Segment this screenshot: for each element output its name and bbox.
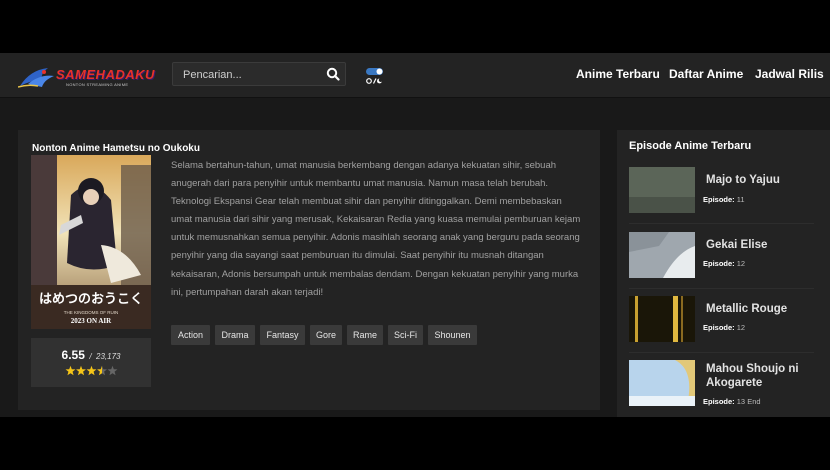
- rating-separator: /: [89, 352, 92, 361]
- logo-text: SAMEHADAKU: [56, 67, 155, 82]
- star-icon: [65, 365, 76, 376]
- latest-episodes-sidebar: Episode Anime Terbaru Majo to Yajuu Epis…: [617, 130, 830, 417]
- rating-value: 6.55: [61, 348, 85, 362]
- search-input[interactable]: [181, 66, 325, 84]
- nav-daftar-anime[interactable]: Daftar Anime: [669, 67, 743, 81]
- episode-item[interactable]: Majo to Yajuu Episode: 11: [629, 167, 814, 224]
- genre-tag-rame[interactable]: Rame: [347, 325, 383, 345]
- anime-poster[interactable]: はめつのおうこく THE KINGDOMS OF RUIN 2023 ON AI…: [31, 155, 151, 329]
- episode-title: Gekai Elise: [706, 239, 768, 251]
- star-rating-icon: [65, 365, 118, 376]
- rating-count: 23,173: [96, 352, 121, 361]
- genre-tag-gore[interactable]: Gore: [310, 325, 342, 345]
- search-icon[interactable]: [326, 67, 340, 81]
- episode-title: Majo to Yajuu: [706, 174, 780, 186]
- search-box: [172, 62, 346, 86]
- star-icon: [97, 365, 107, 376]
- rating-score: 6.55 / 23,173: [31, 346, 151, 364]
- episode-meta: Episode: 12: [703, 259, 746, 268]
- top-header: SAMEHADAKU NONTON STREAMING ANIME Anime …: [0, 53, 830, 98]
- rating-box: 6.55 / 23,173: [31, 338, 151, 387]
- episode-title: Metallic Rouge: [706, 303, 788, 315]
- anime-detail-panel: Nonton Anime Hametsu no Oukoku はめつのおうこく …: [18, 130, 600, 410]
- poster-artwork: はめつのおうこく THE KINGDOMS OF RUIN 2023 ON AI…: [31, 155, 151, 329]
- episode-thumbnail: [629, 296, 695, 342]
- nav-jadwal-rilis[interactable]: Jadwal Rilis: [755, 67, 824, 81]
- poster-title-text: はめつのおうこく: [39, 292, 143, 307]
- episode-thumbnail: [629, 360, 695, 406]
- episode-meta: Episode: 12: [703, 323, 746, 332]
- genre-tag-action[interactable]: Action: [171, 325, 210, 345]
- sidebar-title: Episode Anime Terbaru: [629, 140, 752, 152]
- star-icon: [76, 365, 86, 376]
- episode-thumbnail: [629, 232, 695, 278]
- episode-item[interactable]: Gekai Elise Episode: 12: [629, 232, 814, 289]
- episode-meta: Episode: 13 End: [703, 397, 761, 406]
- poster-air-text: 2023 ON AIR: [71, 317, 112, 325]
- anime-synopsis: Selama bertahun-tahun, umat manusia berk…: [171, 160, 581, 298]
- page: SAMEHADAKU NONTON STREAMING ANIME Anime …: [0, 53, 830, 417]
- star-icon: [107, 365, 118, 376]
- episode-thumbnail: [629, 167, 695, 213]
- theme-toggle-icon[interactable]: [365, 66, 385, 86]
- genre-tag-sci-fi[interactable]: Sci-Fi: [388, 325, 423, 345]
- nav-anime-terbaru[interactable]: Anime Terbaru: [576, 67, 660, 81]
- episode-meta: Episode: 11: [703, 195, 745, 204]
- genre-tag-shounen[interactable]: Shounen: [428, 325, 477, 345]
- genre-tag-fantasy[interactable]: Fantasy: [260, 325, 305, 345]
- episode-item[interactable]: Mahou Shoujo ni Akogarete Episode: 13 En…: [629, 360, 814, 417]
- page-title: Nonton Anime Hametsu no Oukoku: [32, 143, 200, 154]
- episode-item[interactable]: Metallic Rouge Episode: 12: [629, 296, 814, 353]
- site-logo[interactable]: SAMEHADAKU NONTON STREAMING ANIME: [18, 60, 158, 92]
- poster-subtitle-text: THE KINGDOMS OF RUIN: [64, 310, 119, 315]
- episode-title: Mahou Shoujo ni Akogarete: [706, 363, 799, 389]
- star-icon: [86, 365, 97, 376]
- genre-tag-drama[interactable]: Drama: [215, 325, 255, 345]
- logo-subtitle: NONTON STREAMING ANIME: [66, 82, 129, 87]
